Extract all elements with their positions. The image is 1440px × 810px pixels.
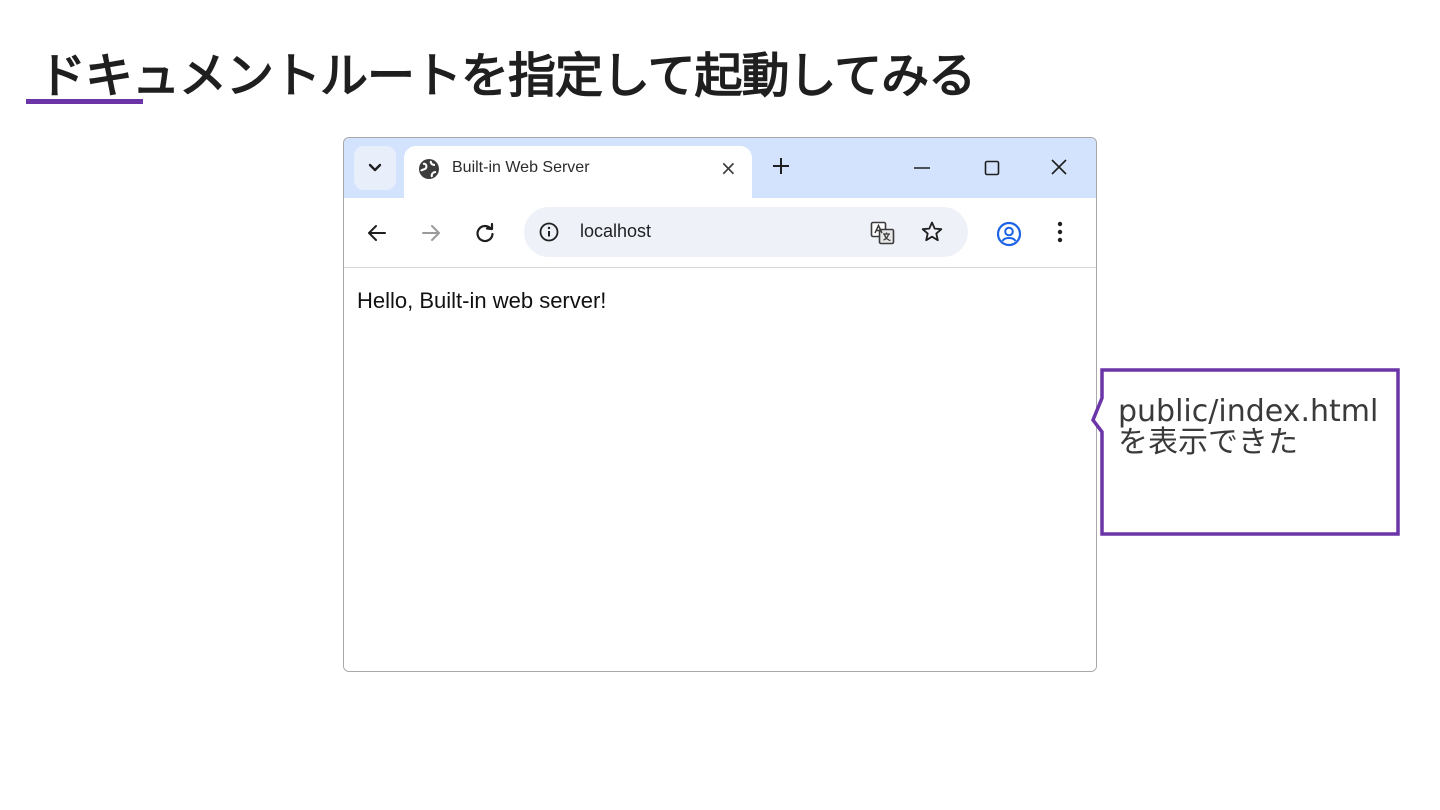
page-text: Hello, Built-in web server!: [357, 288, 607, 313]
browser-toolbar: localhost: [344, 198, 1096, 268]
callout-text: public/index.htmlを表示できた: [1118, 394, 1379, 460]
arrow-left-icon[interactable]: [366, 222, 388, 244]
translate-icon[interactable]: [870, 221, 896, 245]
plus-icon[interactable]: [770, 155, 792, 177]
tab-active[interactable]: Built-in Web Server ×: [404, 146, 752, 198]
close-icon[interactable]: [1050, 158, 1068, 176]
callout: public/index.htmlを表示できた: [1090, 368, 1400, 538]
browser-window: Built-in Web Server × localhost Hello, B…: [343, 137, 1097, 672]
reload-icon[interactable]: [474, 222, 496, 244]
minimize-icon[interactable]: [912, 157, 932, 177]
profile-icon[interactable]: [996, 221, 1022, 247]
title-underline: [26, 99, 143, 104]
url-text[interactable]: localhost: [580, 221, 651, 242]
chevron-down-icon: [368, 163, 382, 172]
tab-search-button[interactable]: [354, 146, 396, 190]
info-icon[interactable]: [538, 221, 560, 243]
tab-title: Built-in Web Server: [452, 159, 590, 176]
star-icon[interactable]: [920, 220, 944, 244]
tab-close-button[interactable]: ×: [720, 156, 737, 180]
maximize-icon[interactable]: [984, 160, 1000, 176]
slide: ドキュメントルートを指定して起動してみる Built-in Web Server…: [0, 0, 1440, 810]
arrow-right-icon[interactable]: [420, 222, 442, 244]
tab-strip: Built-in Web Server ×: [344, 138, 1096, 198]
globe-icon: [419, 159, 439, 179]
kebab-menu-icon[interactable]: [1056, 220, 1064, 244]
slide-title: ドキュメントルートを指定して起動してみる: [38, 48, 976, 104]
page-content: Hello, Built-in web server!: [344, 268, 1096, 671]
address-bar[interactable]: localhost: [524, 207, 968, 257]
